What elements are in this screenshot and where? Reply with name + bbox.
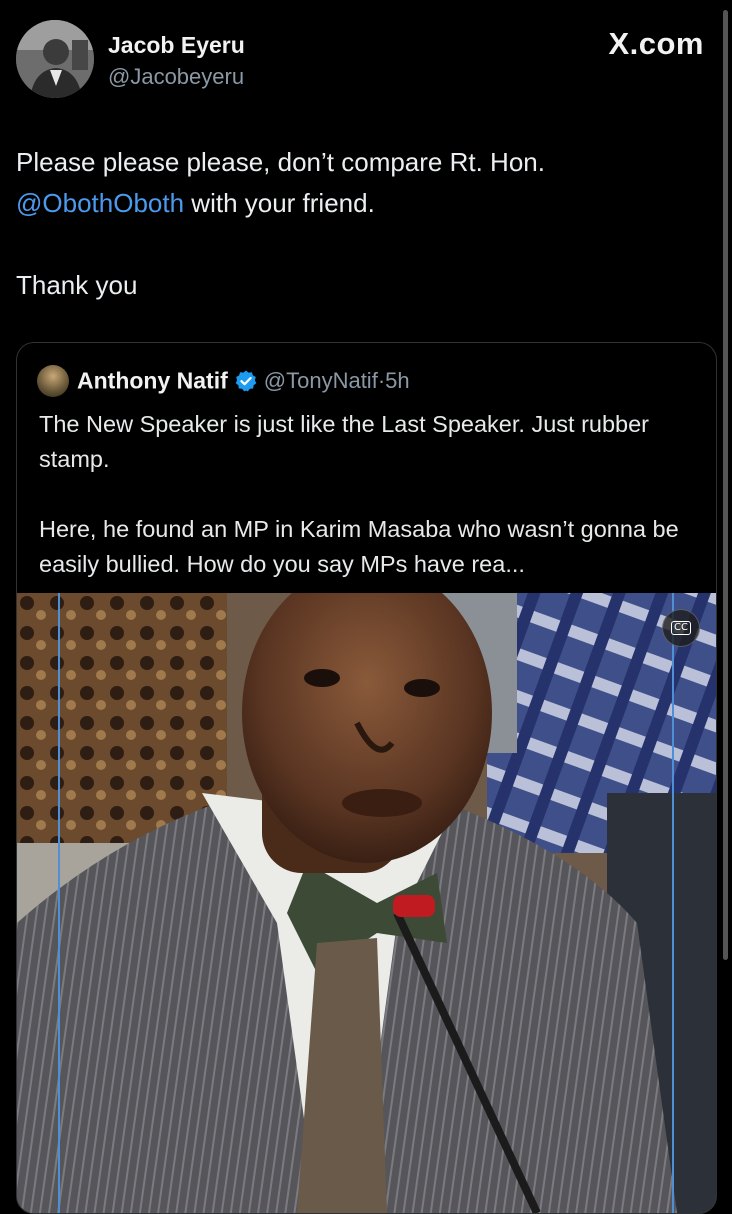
video-player[interactable]: CC xyxy=(17,593,716,1213)
quoted-tweet-header: Anthony Natif @TonyNatif·5h xyxy=(37,365,410,399)
quoted-tweet-time[interactable]: 5h xyxy=(385,368,409,393)
quoted-paragraph-1: The New Speaker is just like the Last Sp… xyxy=(39,411,650,472)
quoted-author-name[interactable]: Anthony Natif xyxy=(77,368,228,394)
author-handle[interactable]: @Jacobeyeru xyxy=(108,64,244,90)
quoted-tweet-card[interactable]: Anthony Natif @TonyNatif·5h The New Speak… xyxy=(16,342,717,1214)
quoted-author-avatar[interactable] xyxy=(37,365,69,397)
tweet-text: Please please please, don’t compare Rt. … xyxy=(16,142,696,306)
quoted-tweet-text: The New Speaker is just like the Last Sp… xyxy=(39,407,699,582)
tweet-line-3: Thank you xyxy=(16,270,138,300)
page-scrollbar[interactable] xyxy=(723,10,728,960)
quoted-paragraph-2: Here, he found an MP in Karim Masaba who… xyxy=(39,516,679,577)
verified-badge-icon xyxy=(234,369,258,393)
video-frame xyxy=(17,593,716,1213)
tweet-line-1: Please please please, don’t compare Rt. … xyxy=(16,147,545,177)
avatar-image xyxy=(16,20,94,98)
closed-captions-icon[interactable]: CC xyxy=(662,609,700,647)
author-name[interactable]: Jacob Eyeru xyxy=(108,32,245,59)
tweet-line-2-text: with your friend. xyxy=(184,188,375,218)
mention-link[interactable]: @ObothOboth xyxy=(16,188,184,218)
tweet-header: Jacob Eyeru @Jacobeyeru X.com xyxy=(16,20,716,100)
site-watermark: X.com xyxy=(608,26,704,61)
quoted-author-handle[interactable]: @TonyNatif xyxy=(264,368,378,393)
author-avatar[interactable] xyxy=(16,20,94,98)
tweet-line-2: @ObothOboth with your friend. xyxy=(16,183,696,224)
cc-label: CC xyxy=(671,621,691,635)
